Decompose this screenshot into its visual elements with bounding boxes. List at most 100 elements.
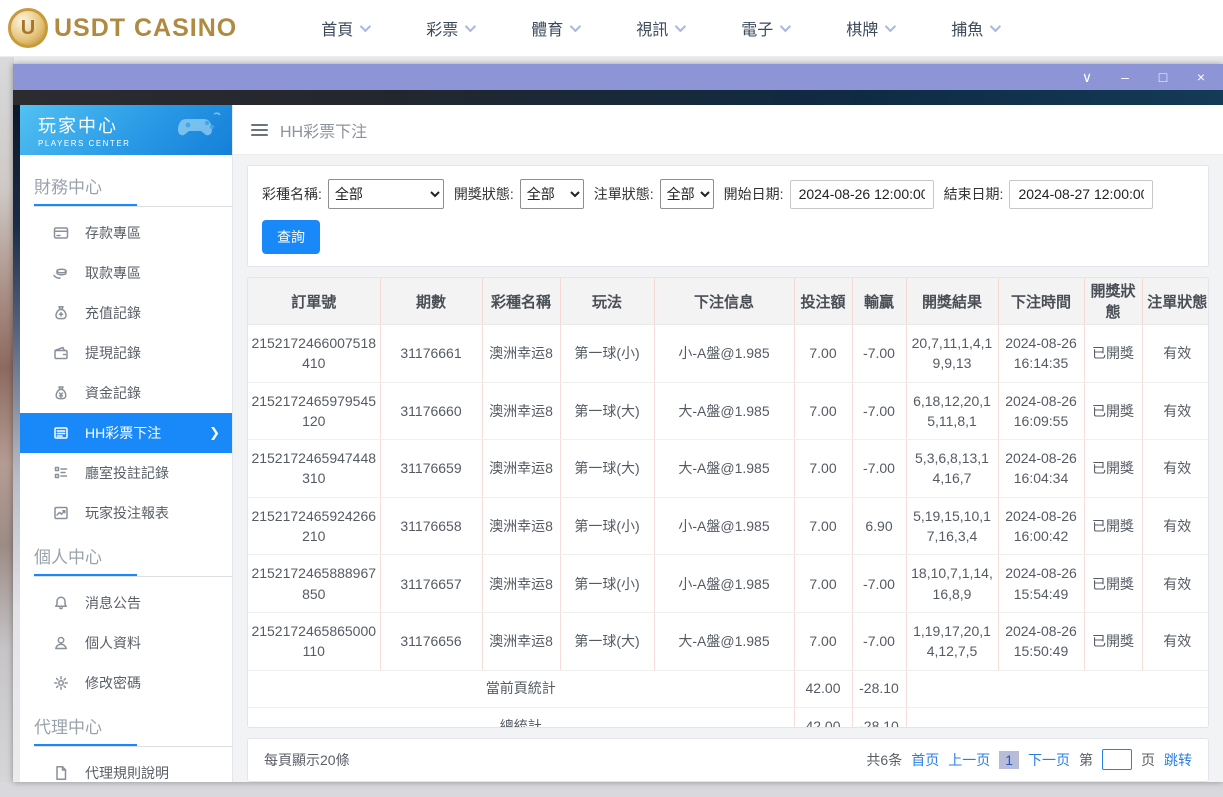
- column-header: 下注時間: [998, 278, 1085, 325]
- chevron-down-icon: [359, 20, 372, 33]
- lottery-name-select[interactable]: 全部: [327, 179, 444, 209]
- table-cell: 7.00: [794, 382, 853, 441]
- sidebar-item-提現記錄[interactable]: 提現記錄: [20, 333, 232, 373]
- nav-item-視訊[interactable]: 視訊: [607, 16, 712, 40]
- site-topbar: U USDT CASINO 首頁 彩票 體育 視訊 電子 棋牌 捕魚: [0, 0, 1223, 57]
- page-size-text: 每頁顯示20條: [264, 751, 350, 768]
- summary-amount: 42.00: [794, 670, 853, 708]
- table-cell: 2152172465924266210: [248, 497, 381, 556]
- summary-empty: [906, 707, 1208, 727]
- table-cell: 已開獎: [1084, 497, 1143, 556]
- nav-item-label: 首頁: [321, 22, 354, 39]
- table-cell: 第一球(小): [560, 554, 655, 613]
- column-header: 下注信息: [654, 278, 795, 325]
- logo-coin-icon: U: [8, 8, 48, 48]
- next-page-link[interactable]: 下一页: [1028, 750, 1070, 770]
- summary-row: 總統計 42.00 -28.10: [248, 707, 1208, 727]
- table-cell: 第一球(大): [560, 612, 655, 671]
- sidebar-item-修改密碼[interactable]: 修改密碼: [20, 663, 232, 703]
- table-cell: 31176660: [380, 382, 483, 441]
- app-window: ∨ – □ × 玩家中心 PLAYERS CENTER 財務中心 存款專區 取款專區…: [13, 64, 1223, 782]
- nav-item-棋牌[interactable]: 棋牌: [817, 16, 922, 40]
- end-date-label: 結束日期:: [943, 186, 1004, 202]
- prev-page-link[interactable]: 上一页: [948, 750, 990, 770]
- sidebar-item-存款專區[interactable]: 存款專區: [20, 213, 232, 253]
- table-cell: 有效: [1142, 554, 1208, 613]
- table-cell: 已開獎: [1084, 612, 1143, 671]
- nav-item-體育[interactable]: 體育: [502, 16, 607, 40]
- pagination: 共6条 首页 上一页 1 下一页 第 页 跳转: [866, 749, 1192, 771]
- chevron-down-icon: [989, 20, 1002, 33]
- first-page-link[interactable]: 首页: [911, 750, 939, 770]
- sidebar-item-取款專區[interactable]: 取款專區: [20, 253, 232, 293]
- summary-empty: [906, 670, 1208, 708]
- end-date-input[interactable]: [1009, 179, 1154, 209]
- window-minimize-icon[interactable]: –: [1117, 70, 1133, 84]
- table-cell: 6.90: [852, 497, 907, 556]
- deposit-icon: [52, 225, 69, 242]
- table-cell: 澳洲幸运8: [482, 554, 561, 613]
- draw-status-select[interactable]: 全部: [519, 179, 584, 209]
- sidebar-item-個人資料[interactable]: 個人資料: [20, 623, 232, 663]
- section-underline: [34, 204, 232, 207]
- window-close-icon[interactable]: ×: [1193, 70, 1209, 84]
- sidebar-item-資金記錄[interactable]: 資金記錄: [20, 373, 232, 413]
- table-cell: 7.00: [794, 554, 853, 613]
- sidebar-item-HH彩票下注[interactable]: HH彩票下注 ❯: [20, 413, 232, 453]
- sidebar-section-label: 代理中心: [34, 718, 102, 737]
- order-status-select[interactable]: 全部: [659, 179, 714, 209]
- table-cell: 2152172465865000110: [248, 612, 381, 671]
- table-cell: -7.00: [852, 612, 907, 671]
- draw-status-label: 開獎狀態:: [453, 186, 514, 202]
- window-maximize-icon[interactable]: □: [1155, 70, 1171, 84]
- table-cell: 31176659: [380, 439, 483, 498]
- jump-button[interactable]: 跳转: [1164, 750, 1192, 770]
- start-date-input[interactable]: [789, 179, 934, 209]
- summary-label: 當前頁統計: [248, 670, 795, 708]
- sidebar-item-代理規則說明[interactable]: 代理規則說明: [20, 753, 232, 782]
- table-header-row: 訂單號 期數 彩種名稱 玩法 下注信息 投注額 輸贏 開獎結果 下注時間 開獎狀態 注單狀態: [248, 278, 1208, 325]
- page-bottom-strip: [0, 782, 1223, 797]
- table-cell: 2024-08-26 16:00:42: [998, 497, 1085, 556]
- summary-winloss: -28.10: [852, 707, 907, 727]
- table-cell: 有效: [1142, 497, 1208, 556]
- sidebar-item-充值記錄[interactable]: 充值記錄: [20, 293, 232, 333]
- start-date-label: 開始日期:: [723, 186, 784, 202]
- summary-winloss: -28.10: [852, 670, 907, 708]
- sidebar-item-廳室投註記錄[interactable]: 廳室投註記錄: [20, 453, 232, 493]
- filter-panel: 彩種名稱: 全部 開獎狀態: 全部 注單狀態: 全部 開始日期: 結束日期:: [247, 165, 1209, 267]
- table-cell: 大-A盤@1.985: [654, 612, 795, 671]
- table-cell: 7.00: [794, 497, 853, 556]
- chevron-down-icon: [884, 20, 897, 33]
- window-hero-strip: [13, 90, 1223, 105]
- page-jump-input[interactable]: [1102, 749, 1132, 771]
- sidebar-item-label: 個人資料: [85, 635, 141, 651]
- table-cell: 澳洲幸运8: [482, 324, 561, 383]
- search-button[interactable]: 查詢: [262, 220, 320, 254]
- page-title: HH彩票下注: [280, 123, 368, 141]
- table-cell: 31176657: [380, 554, 483, 613]
- nav-item-捕魚[interactable]: 捕魚: [922, 16, 1027, 40]
- sidebar-item-label: 資金記錄: [85, 385, 141, 401]
- hamburger-icon[interactable]: [251, 123, 268, 136]
- sidebar-menu: 財務中心 存款專區 取款專區 充值記錄 提現記錄 資金記錄 HH彩票下注 ❯ 廳室投註記錄 玩家投…: [20, 155, 232, 782]
- table-cell: 2024-08-26 15:54:49: [998, 554, 1085, 613]
- nav-item-電子[interactable]: 電子: [712, 16, 817, 40]
- column-header: 投注額: [794, 278, 853, 325]
- nav-item-彩票[interactable]: 彩票: [397, 16, 502, 40]
- current-page-badge[interactable]: 1: [999, 750, 1019, 769]
- sidebar-item-label: 提現記錄: [85, 345, 141, 361]
- sidebar-item-玩家投注報表[interactable]: 玩家投注報表: [20, 493, 232, 533]
- nav-item-首頁[interactable]: 首頁: [292, 16, 397, 40]
- sidebar-item-label: 廳室投註記錄: [85, 465, 169, 481]
- table-row: 2152172466007518410 31176661 澳洲幸运8 第一球(小) 小-…: [248, 324, 1208, 383]
- table-cell: 有效: [1142, 382, 1208, 441]
- bets-table: 訂單號 期數 彩種名稱 玩法 下注信息 投注額 輸贏 開獎結果 下注時間 開獎狀態 注單狀態 2152…: [248, 278, 1208, 727]
- window-chevron-down-icon[interactable]: ∨: [1079, 70, 1095, 84]
- section-underline: [34, 744, 232, 747]
- table-cell: 已開獎: [1084, 554, 1143, 613]
- sidebar-item-消息公告[interactable]: 消息公告: [20, 583, 232, 623]
- window-titlebar: ∨ – □ ×: [13, 64, 1223, 90]
- site-logo[interactable]: U USDT CASINO: [8, 8, 237, 48]
- summary-row: 當前頁統計 42.00 -28.10: [248, 670, 1208, 708]
